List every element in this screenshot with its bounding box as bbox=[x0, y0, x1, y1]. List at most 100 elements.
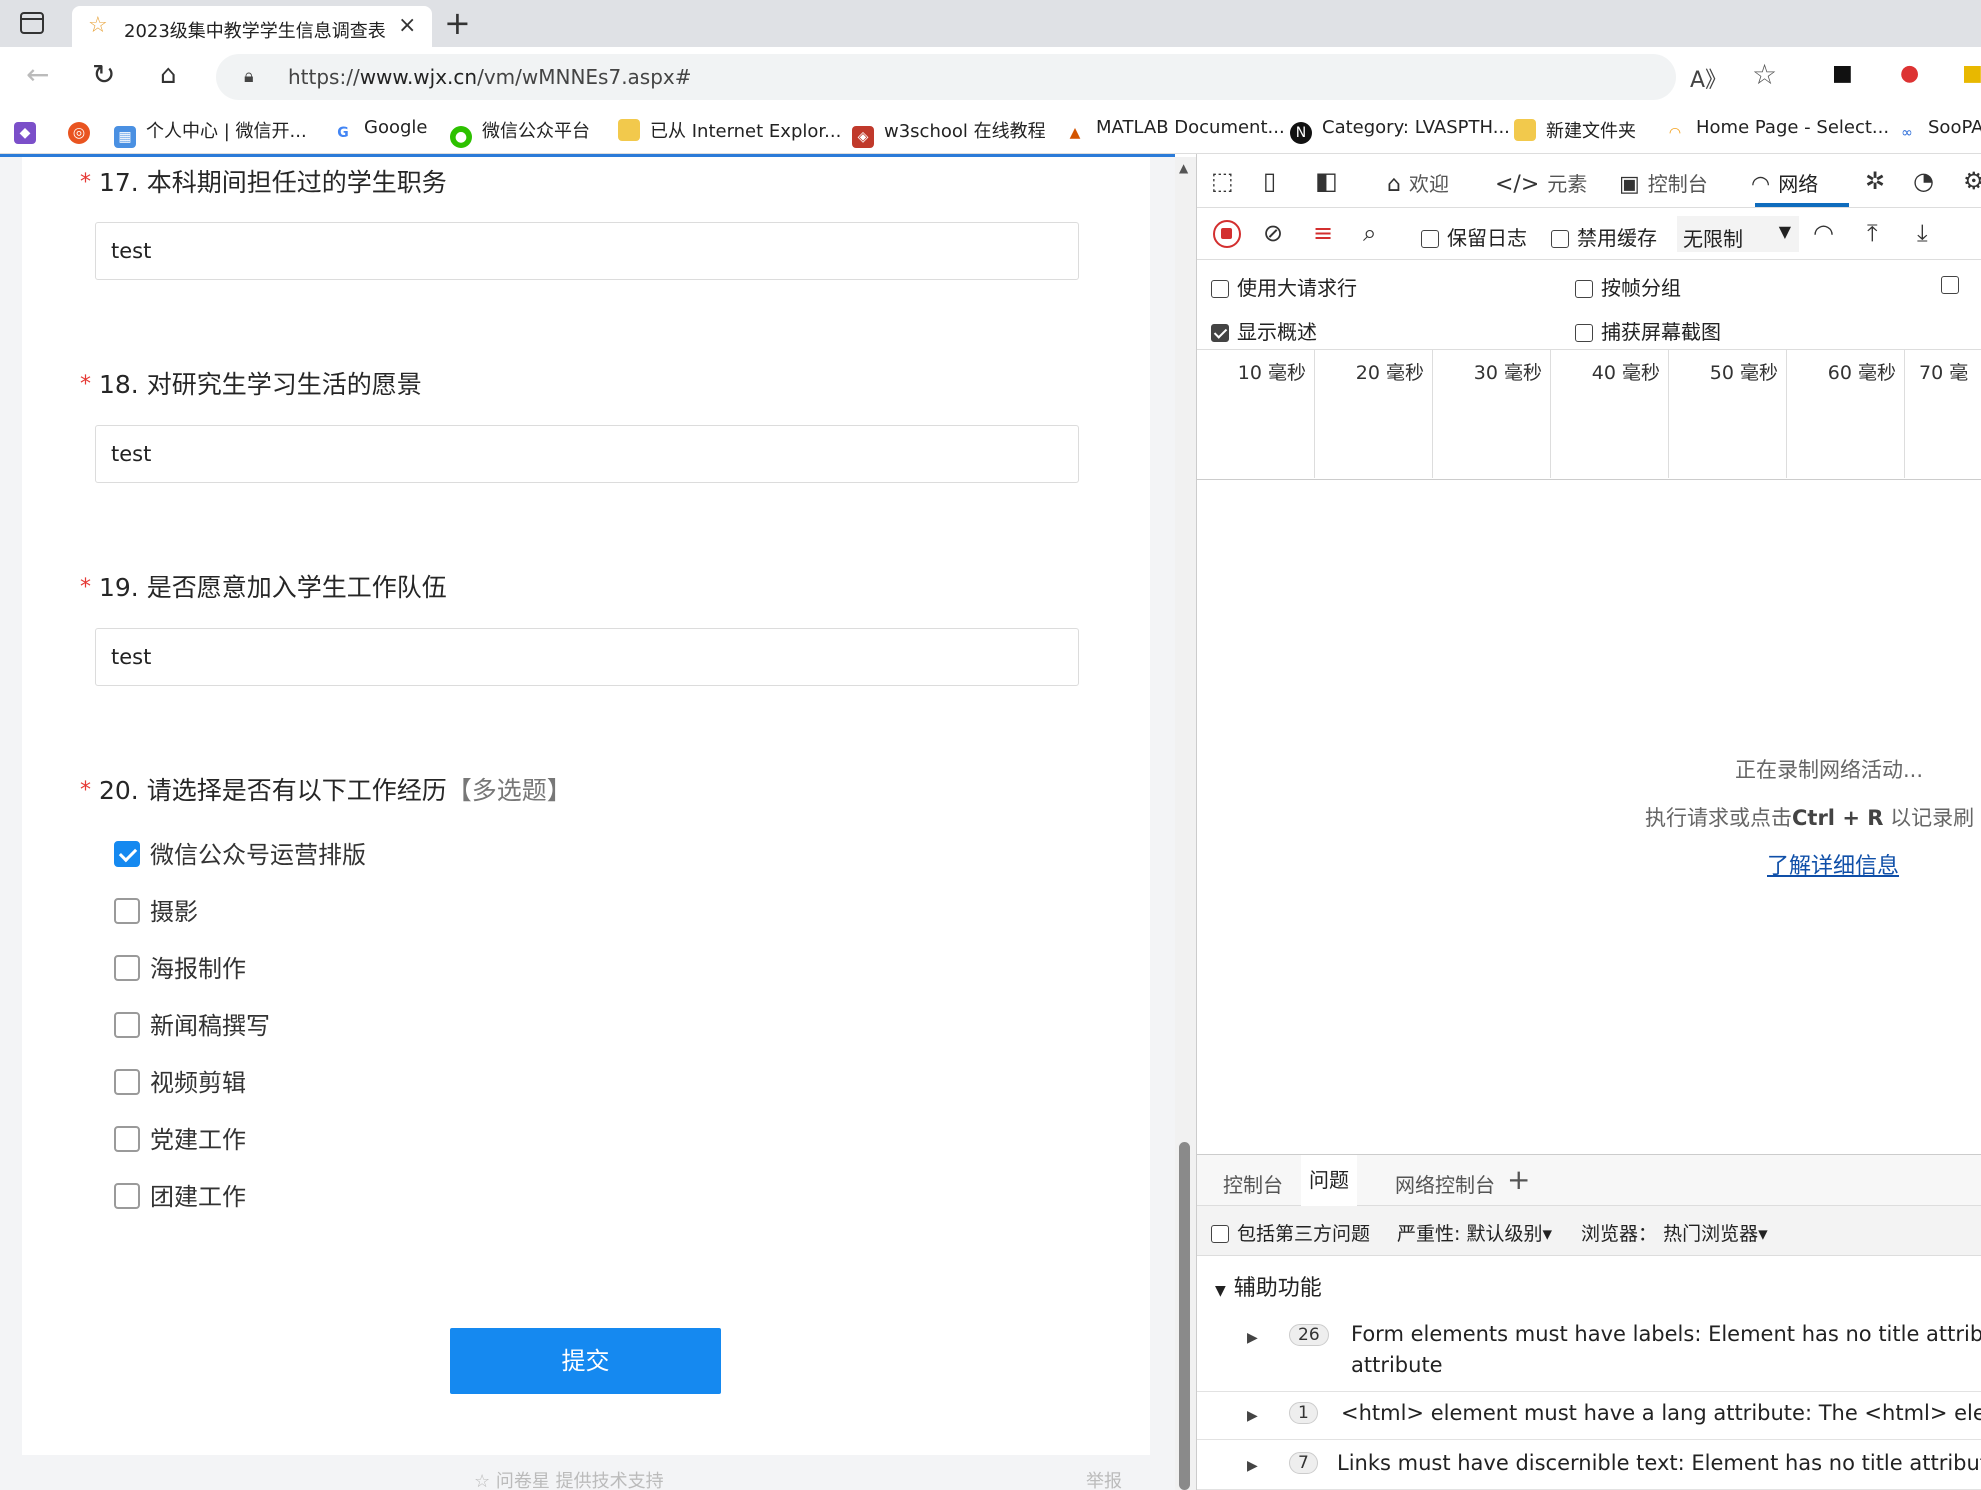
disable-cache-toggle[interactable]: 禁用缓存 bbox=[1551, 222, 1657, 251]
option-wechat-layout[interactable]: 微信公众号运营排版 bbox=[114, 835, 366, 870]
checkbox[interactable] bbox=[114, 955, 140, 981]
question-19-input[interactable]: test bbox=[95, 628, 1079, 686]
network-conditions-icon[interactable]: ◠ bbox=[1813, 220, 1834, 246]
lock-icon[interactable]: 🔒︎ bbox=[244, 66, 254, 87]
question-18-input[interactable]: test bbox=[95, 425, 1079, 483]
checkbox[interactable] bbox=[114, 1126, 140, 1152]
scrollbar-thumb[interactable] bbox=[1179, 1142, 1190, 1490]
preserve-log-toggle[interactable]: 保留日志 bbox=[1421, 222, 1527, 251]
tab-console[interactable]: ▣ 控制台 bbox=[1619, 168, 1708, 197]
drawer-tab-console[interactable]: 控制台 bbox=[1215, 1169, 1291, 1198]
bookmark-item[interactable]: ▲ MATLAB Document... bbox=[1064, 117, 1285, 144]
show-overview-toggle[interactable]: 显示概述 bbox=[1211, 316, 1317, 345]
question-20-title: * 20. 请选择是否有以下工作经历【多选题】 bbox=[80, 776, 572, 805]
issues-section-accessibility[interactable]: ▼ 辅助功能 bbox=[1215, 1270, 1322, 1302]
checkbox[interactable] bbox=[1211, 1225, 1229, 1243]
bookmark-item[interactable]: ◈ w3school 在线教程 bbox=[852, 117, 1046, 148]
tab-network[interactable]: ◠ 网络 bbox=[1751, 168, 1818, 197]
close-tab-icon[interactable]: × bbox=[398, 13, 416, 38]
scroll-up-arrow-icon[interactable]: ▲ bbox=[1179, 161, 1188, 175]
bug-icon[interactable]: ✲ bbox=[1865, 168, 1885, 194]
throttle-select[interactable]: 无限制 ▼ bbox=[1677, 216, 1799, 252]
submit-button[interactable]: 提交 bbox=[450, 1328, 721, 1394]
extra-option-toggle[interactable] bbox=[1941, 272, 1967, 296]
checkbox[interactable] bbox=[1421, 230, 1439, 248]
checkbox-checked[interactable] bbox=[114, 841, 140, 867]
browser-select[interactable]: 浏览器： 热门浏览器▾ bbox=[1581, 1219, 1768, 1246]
import-icon[interactable]: ⤒ bbox=[1867, 220, 1878, 246]
record-icon[interactable] bbox=[1213, 220, 1241, 248]
network-overview-timeline[interactable]: 10 毫秒 20 毫秒 30 毫秒 40 毫秒 50 毫秒 60 毫秒 70 毫 bbox=[1197, 350, 1981, 480]
bookmark-item[interactable]: ◠ Home Page - Select... bbox=[1664, 117, 1889, 144]
issue-row[interactable]: ▶ 7 Links must have discernible text: El… bbox=[1197, 1442, 1981, 1490]
performance-icon[interactable]: ◔ bbox=[1913, 168, 1934, 194]
checkbox[interactable] bbox=[114, 898, 140, 924]
checkbox[interactable] bbox=[1575, 280, 1593, 298]
bookmark-item[interactable]: 已从 Internet Explor... bbox=[618, 117, 841, 143]
option-party-work[interactable]: 党建工作 bbox=[114, 1120, 246, 1155]
bookmark-item[interactable]: N Category: LVASPTH... bbox=[1290, 117, 1510, 144]
bookmark-item[interactable]: ▦ 个人中心 | 微信开... bbox=[114, 117, 307, 148]
bookmark-ubuntu-icon[interactable]: ◎ bbox=[68, 117, 100, 144]
bookmark-shield-icon[interactable]: ◆ bbox=[14, 117, 46, 144]
option-photography[interactable]: 摄影 bbox=[114, 892, 198, 927]
question-17-input[interactable]: test bbox=[95, 222, 1079, 280]
capture-screenshots-toggle[interactable]: 捕获屏幕截图 bbox=[1575, 316, 1721, 345]
option-video-editing[interactable]: 视频剪辑 bbox=[114, 1063, 246, 1098]
checkbox[interactable] bbox=[114, 1012, 140, 1038]
extension-icon-2[interactable]: ● bbox=[1900, 61, 1919, 86]
issue-row[interactable]: ▶ 1 <html> element must have a lang attr… bbox=[1197, 1392, 1981, 1440]
navigation-bar: ← ↻ ⌂ 🔒︎ https://www.wjx.cn/vm/wMNNEs7.a… bbox=[0, 47, 1981, 107]
export-icon[interactable]: ⤓ bbox=[1917, 220, 1928, 246]
filter-icon[interactable]: ≡ bbox=[1313, 220, 1333, 246]
footer-credit[interactable]: ☆ 问卷星 提供技术支持 bbox=[474, 1467, 664, 1490]
back-icon[interactable]: ← bbox=[26, 59, 49, 91]
severity-select[interactable]: 严重性: 默认级别▾ bbox=[1397, 1219, 1552, 1246]
home-icon[interactable]: ⌂ bbox=[160, 59, 177, 91]
favorite-star-icon[interactable]: ☆ bbox=[1752, 58, 1777, 91]
refresh-icon[interactable]: ↻ bbox=[92, 59, 115, 91]
clear-icon[interactable]: ⊘ bbox=[1263, 220, 1283, 246]
learn-more-link[interactable]: 了解详细信息 bbox=[1767, 848, 1899, 880]
add-tab-icon[interactable]: + bbox=[1507, 1163, 1530, 1196]
wechat-icon: ● bbox=[450, 126, 472, 148]
tab-elements[interactable]: </> 元素 bbox=[1495, 168, 1587, 197]
report-link[interactable]: 举报 bbox=[1086, 1467, 1122, 1490]
tab-welcome[interactable]: ⌂ 欢迎 bbox=[1387, 168, 1449, 197]
checkbox[interactable] bbox=[1575, 324, 1593, 342]
read-aloud-icon[interactable]: A》 bbox=[1690, 62, 1727, 94]
option-news-writing[interactable]: 新闻稿撰写 bbox=[114, 1006, 270, 1041]
third-party-toggle[interactable]: 包括第三方问题 bbox=[1211, 1219, 1370, 1246]
dock-icon[interactable]: ◧ bbox=[1315, 168, 1338, 194]
checkbox[interactable] bbox=[114, 1069, 140, 1095]
checkbox[interactable] bbox=[1941, 276, 1959, 294]
checkbox[interactable] bbox=[1211, 280, 1229, 298]
device-emulation-icon[interactable]: ▯ bbox=[1263, 168, 1276, 194]
drawer-tab-issues[interactable]: 问题 bbox=[1301, 1155, 1357, 1206]
more-tools-icon[interactable]: ⚙ bbox=[1963, 168, 1981, 194]
checkbox-checked[interactable] bbox=[1211, 324, 1229, 342]
tab-actions-icon[interactable] bbox=[20, 12, 44, 34]
address-bar[interactable]: 🔒︎ https://www.wjx.cn/vm/wMNNEs7.aspx# A… bbox=[216, 54, 1777, 100]
page-scrollbar[interactable]: ▲ bbox=[1175, 157, 1196, 1490]
timeline-tick: 50 毫秒 bbox=[1669, 350, 1787, 478]
checkbox[interactable] bbox=[114, 1183, 140, 1209]
inspect-icon[interactable]: ⬚ bbox=[1211, 168, 1234, 194]
bookmark-item[interactable]: G Google bbox=[332, 117, 427, 144]
bookmark-item[interactable]: ∞ SooPA bbox=[1896, 117, 1981, 144]
search-icon[interactable]: ⌕ bbox=[1363, 220, 1376, 246]
option-poster[interactable]: 海报制作 bbox=[114, 949, 246, 984]
extension-icon[interactable]: ■ bbox=[1832, 61, 1853, 86]
url-text[interactable]: https://www.wjx.cn/vm/wMNNEs7.aspx# bbox=[288, 65, 692, 89]
bookmark-item[interactable]: ● 微信公众平台 bbox=[450, 117, 590, 148]
extension-icon-3[interactable]: ■ bbox=[1962, 61, 1981, 86]
big-request-rows-toggle[interactable]: 使用大请求行 bbox=[1211, 272, 1357, 301]
bookmark-item[interactable]: 新建文件夹 bbox=[1514, 117, 1636, 143]
browser-tab-active[interactable]: ☆ 2023级集中教学学生信息调查表 × bbox=[72, 6, 432, 47]
drawer-tab-network-console[interactable]: 网络控制台 bbox=[1387, 1169, 1503, 1198]
checkbox[interactable] bbox=[1551, 230, 1569, 248]
group-by-frame-toggle[interactable]: 按帧分组 bbox=[1575, 272, 1681, 301]
issue-row[interactable]: ▶ 26 Form elements must have labels: Ele… bbox=[1197, 1314, 1981, 1392]
new-tab-icon[interactable]: + bbox=[444, 6, 471, 40]
option-league-work[interactable]: 团建工作 bbox=[114, 1177, 246, 1212]
